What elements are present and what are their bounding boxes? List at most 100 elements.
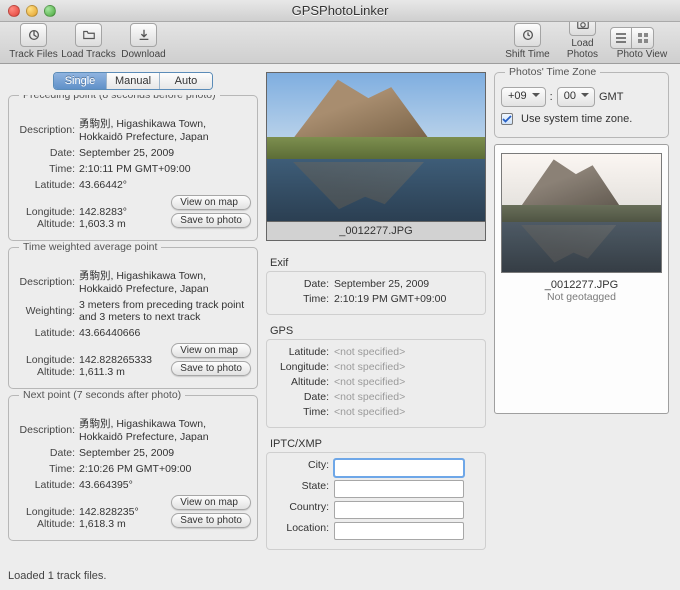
label: State: [271,480,329,498]
shift-time-button[interactable]: Shift Time [500,23,555,60]
label: Longitude: [15,354,75,366]
average-view-on-map-button[interactable]: View on map [171,343,251,358]
average-description: 勇駒別, Higashikawa Town, Hokkaidō Prefectu… [79,268,251,295]
gps-date: <not specified> [334,391,481,403]
next-view-on-map-button[interactable]: View on map [171,495,251,510]
label: Longitude: [271,361,329,373]
iptc-location-input[interactable] [334,522,464,540]
colon: : [550,91,553,103]
label: Description: [15,276,75,288]
status-text: Loaded 1 track files. [8,570,258,582]
preceding-point-group: Preceding point (8 seconds before photo)… [8,95,258,241]
download-button[interactable]: Download [116,23,171,60]
group-title: Preceding point (8 seconds before photo) [19,95,220,101]
toolbar-label: Download [121,49,165,60]
label: Time: [271,406,329,418]
exif-group: Date:September 25, 2009 Time:2:10:19 PM … [266,271,486,315]
label: Longitude: [15,206,75,218]
label: Latitude: [271,346,329,358]
average-weighting: 3 meters from preceding track point and … [79,299,251,323]
label: Altitude: [271,376,329,388]
iptc-city-input[interactable] [334,459,464,477]
photo-view-switch[interactable]: Photo View [610,27,674,60]
next-point-group: Next point (7 seconds after photo) Descr… [8,395,258,541]
toolbar-label: Shift Time [505,49,549,60]
label: Altitude: [15,518,75,530]
use-system-timezone-checkbox[interactable] [501,113,513,125]
gps-heading: GPS [270,325,486,337]
timezone-group: Photos' Time Zone +09 : 00 GMT Use syste… [494,72,669,138]
next-longitude: 142.828235° [79,506,167,518]
next-description: 勇駒別, Higashikawa Town, Hokkaidō Prefectu… [79,416,251,443]
timezone-hours-select[interactable]: +09 [501,87,546,107]
preceding-time: 2:10:11 PM GMT+09:00 [79,163,251,175]
exif-heading: Exif [270,257,486,269]
iptc-country-input[interactable] [334,501,464,519]
exif-date: September 25, 2009 [334,278,481,290]
mode-tabs: Single Manual Auto [53,72,213,90]
thumb-status: Not geotagged [501,291,662,303]
toolbar: Track Files Load Tracks Download Shift T… [0,22,680,64]
download-icon [130,23,157,47]
toolbar-label: Load Photos [567,38,598,60]
label: Latitude: [15,479,75,491]
iptc-state-input[interactable] [334,480,464,498]
label: Country: [271,501,329,519]
next-time: 2:10:26 PM GMT+09:00 [79,463,251,475]
label: Altitude: [15,366,75,378]
photo-view-grid-icon[interactable] [632,27,654,49]
timezone-minutes-select[interactable]: 00 [557,87,595,107]
exif-time: 2:10:19 PM GMT+09:00 [334,293,481,305]
tab-auto[interactable]: Auto [160,73,212,89]
photo-preview [266,72,486,222]
average-longitude: 142.828265333 [79,354,167,366]
label: Latitude: [15,179,75,191]
group-title: Next point (7 seconds after photo) [19,389,185,401]
group-title: Time weighted average point [19,241,161,253]
tab-single[interactable]: Single [54,73,107,89]
average-altitude: 1,611.3 m [79,366,251,378]
preceding-view-on-map-button[interactable]: View on map [171,195,251,210]
toolbar-label: Photo View [617,49,667,60]
photo-thumbnail[interactable] [501,153,662,273]
label: Location: [271,522,329,540]
gps-group: Latitude: <not specified> Longitude: <not … [266,339,486,428]
gmt-label: GMT [599,91,623,103]
toolbar-label: Load Tracks [61,49,115,60]
window-title: GPSPhotoLinker [0,0,680,22]
tracks-icon [20,23,47,47]
clock-icon [514,23,541,47]
next-latitude: 43.664395° [79,479,251,491]
label: City: [271,459,329,477]
next-date: September 25, 2009 [79,447,251,459]
label: Longitude: [15,506,75,518]
photo-list[interactable]: _0012277.JPG Not geotagged [494,144,669,414]
label: Date: [15,447,75,459]
label: Time: [15,163,75,175]
label: Description: [15,124,75,136]
label: Description: [15,424,75,436]
label: Date: [15,147,75,159]
photo-view-list-icon[interactable] [610,27,632,49]
gps-longitude: <not specified> [334,361,481,373]
load-tracks-button[interactable]: Load Tracks [61,23,116,60]
titlebar: GPSPhotoLinker [0,0,680,22]
track-files-button[interactable]: Track Files [6,23,61,60]
iptc-heading: IPTC/XMP [270,438,486,450]
preceding-longitude: 142.8283° [79,206,167,218]
label: Weighting: [15,305,75,317]
tab-manual[interactable]: Manual [107,73,160,89]
label: Time: [15,463,75,475]
iptc-group: City: State: Country: Location: [266,452,486,550]
photo-filename: _0012277.JPG [266,222,486,241]
thumb-filename: _0012277.JPG [501,279,662,291]
gps-time: <not specified> [334,406,481,418]
label: Latitude: [15,327,75,339]
label: Altitude: [15,218,75,230]
label: Date: [271,391,329,403]
next-altitude: 1,618.3 m [79,518,251,530]
group-title: Photos' Time Zone [505,66,600,78]
folder-open-icon [75,23,102,47]
use-system-timezone-label: Use system time zone. [521,113,632,125]
gps-altitude: <not specified> [334,376,481,388]
